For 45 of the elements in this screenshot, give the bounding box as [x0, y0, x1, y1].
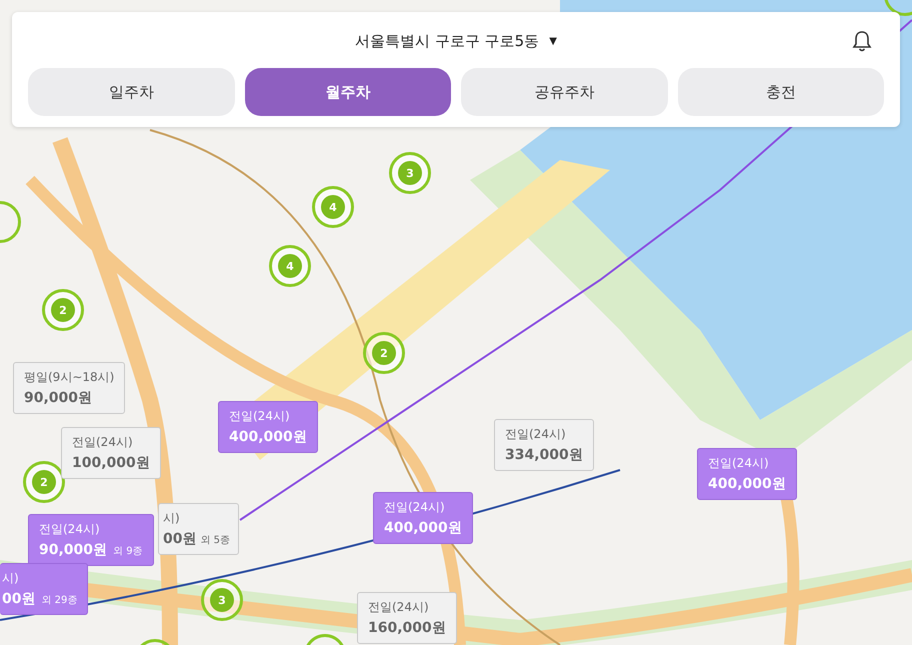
price-marker[interactable]: 전일(24시) 400,000원 — [373, 492, 473, 544]
rate-label: 시) — [163, 510, 180, 527]
rate-label: 전일(24시) — [72, 434, 134, 451]
price-text: 90,000원 — [39, 541, 108, 559]
more-count: 외 9종 — [113, 545, 143, 558]
cluster-marker[interactable]: 2 — [42, 289, 84, 331]
tab[interactable]: 일주차 — [28, 68, 234, 116]
tab[interactable]: 충전 — [678, 68, 884, 116]
rate-label: 전일(24시) — [368, 599, 430, 616]
rate-label: 평일(9시~18시) — [24, 369, 114, 386]
tab[interactable]: 공유주차 — [461, 68, 668, 116]
rate-label: 전일(24시) — [505, 426, 567, 443]
rate-label: 전일(24시) — [39, 521, 101, 538]
price-text: 90,000원 — [24, 389, 92, 407]
price-text: 400,000원 — [229, 428, 307, 446]
price-marker[interactable]: 전일(24시) 334,000원 — [494, 419, 594, 471]
price-marker[interactable]: 전일(24시) 160,000원 — [357, 592, 457, 644]
rate-label: 전일(24시) — [229, 408, 291, 425]
price-text: 160,000원 — [368, 619, 446, 637]
price-marker[interactable]: 전일(24시) 400,000원 — [697, 448, 797, 500]
price-text: 400,000원 — [708, 475, 786, 493]
price-marker[interactable]: 전일(24시) 100,000원 — [61, 427, 161, 479]
cluster-marker[interactable]: 2 — [363, 332, 405, 374]
cluster-marker[interactable]: 3 — [389, 152, 431, 194]
location-selector[interactable]: 서울특별시 구로구 구로5동 ▼ — [351, 30, 561, 52]
price-text: 00원 — [2, 590, 36, 608]
cluster-marker[interactable]: 3 — [201, 579, 243, 621]
more-count: 외 29종 — [41, 594, 78, 607]
cluster-marker[interactable]: 4 — [312, 186, 354, 228]
bell-icon[interactable] — [852, 30, 872, 52]
price-marker[interactable]: 시) 00원 외 5종 — [158, 503, 240, 555]
price-marker[interactable]: 전일(24시) 90,000원 외 9종 — [28, 514, 154, 566]
price-text: 00원 — [163, 530, 196, 548]
rate-label: 시) — [2, 570, 20, 587]
rate-label: 전일(24시) — [384, 499, 446, 516]
price-marker[interactable]: 평일(9시~18시) 90,000원 — [13, 362, 126, 414]
more-count: 외 5종 — [200, 534, 230, 547]
rate-label: 전일(24시) — [708, 455, 770, 472]
price-text: 334,000원 — [505, 446, 583, 464]
price-text: 100,000원 — [72, 454, 150, 472]
price-marker[interactable]: 전일(24시) 400,000원 — [218, 401, 318, 453]
tab[interactable]: 월주차 — [244, 68, 451, 116]
cluster-marker[interactable]: 4 — [269, 245, 311, 287]
price-text: 400,000원 — [384, 519, 462, 537]
price-marker[interactable]: 시) 00원 외 29종 — [0, 563, 88, 615]
